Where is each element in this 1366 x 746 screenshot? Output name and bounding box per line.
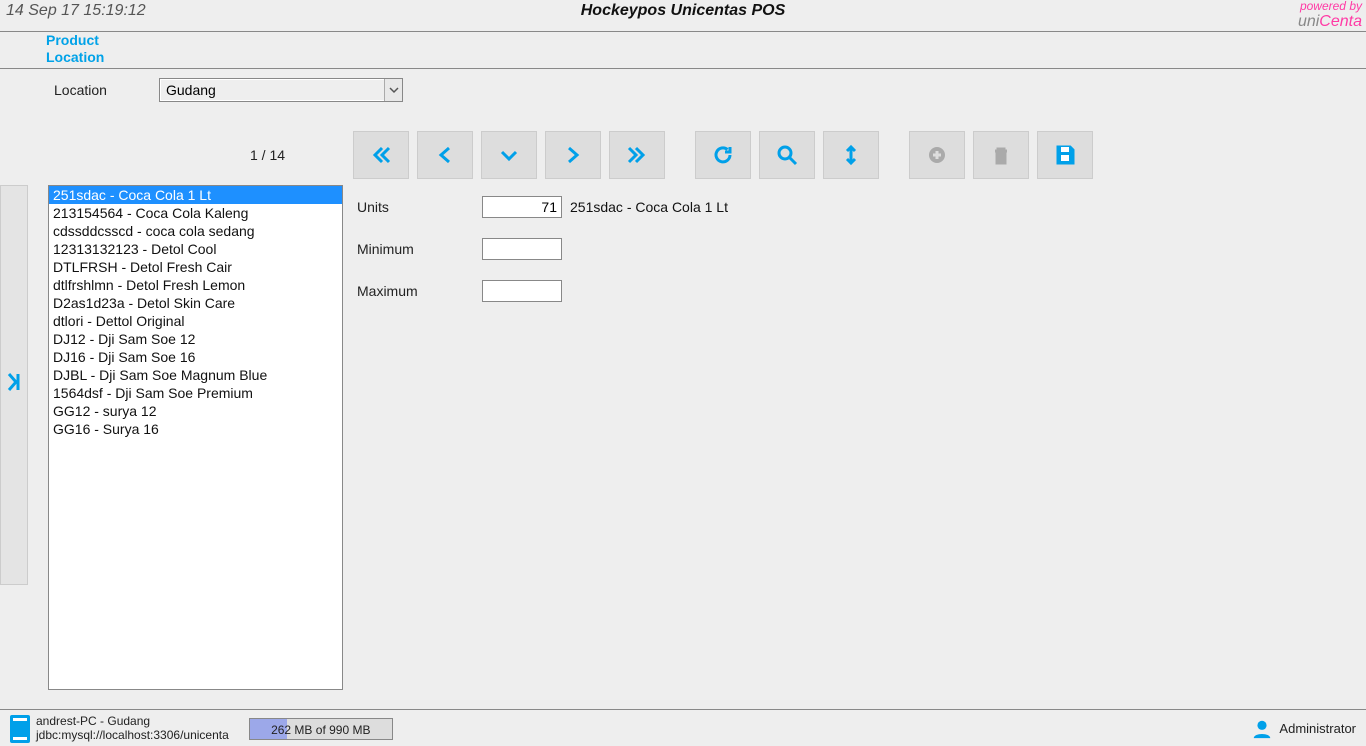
breadcrumb-line1: Product — [46, 32, 1366, 49]
product-list[interactable]: 251sdac - Coca Cola 1 Lt213154564 - Coca… — [48, 185, 343, 690]
search-button[interactable] — [759, 131, 815, 179]
list-item[interactable]: GG16 - Surya 16 — [49, 420, 342, 438]
database-icon — [10, 715, 30, 743]
add-button[interactable] — [909, 131, 965, 179]
list-item[interactable]: DJ12 - Dji Sam Soe 12 — [49, 330, 342, 348]
user-panel[interactable]: Administrator — [1251, 718, 1356, 740]
app-header: 14 Sep 17 15:19:12 Hockeypos Unicentas P… — [0, 0, 1366, 32]
list-item[interactable]: cdssddcsscd - coca cola sedang — [49, 222, 342, 240]
list-item[interactable]: 12313132123 - Detol Cool — [49, 240, 342, 258]
down-button[interactable] — [481, 131, 537, 179]
next-button[interactable] — [545, 131, 601, 179]
toolbar: 1 / 14 — [0, 125, 1366, 185]
list-item[interactable]: 251sdac - Coca Cola 1 Lt — [49, 186, 342, 204]
status-bar: andrest-PC - Gudang jdbc:mysql://localho… — [0, 710, 1366, 746]
user-name: Administrator — [1279, 721, 1356, 736]
host-label: andrest-PC - Gudang — [36, 715, 229, 729]
brand-centa: Centa — [1319, 13, 1362, 30]
list-item[interactable]: DJ16 - Dji Sam Soe 16 — [49, 348, 342, 366]
list-item[interactable]: DTLFRSH - Detol Fresh Cair — [49, 258, 342, 276]
first-button[interactable] — [353, 131, 409, 179]
memory-meter[interactable]: 262 MB of 990 MB — [249, 718, 393, 740]
app-title: Hockeypos Unicentas POS — [0, 2, 1366, 20]
save-button[interactable] — [1037, 131, 1093, 179]
maximum-field[interactable] — [482, 280, 562, 302]
minimum-label: Minimum — [357, 241, 482, 257]
db-status-text: andrest-PC - Gudang jdbc:mysql://localho… — [36, 715, 229, 743]
list-item[interactable]: DJBL - Dji Sam Soe Magnum Blue — [49, 366, 342, 384]
chevron-down-icon[interactable] — [384, 79, 402, 101]
last-button[interactable] — [609, 131, 665, 179]
location-label: Location — [54, 82, 159, 98]
sort-button[interactable] — [823, 131, 879, 179]
list-item[interactable]: dtlfrshlmn - Detol Fresh Lemon — [49, 276, 342, 294]
list-item[interactable]: 213154564 - Coca Cola Kaleng — [49, 204, 342, 222]
refresh-button[interactable] — [695, 131, 751, 179]
delete-button[interactable] — [973, 131, 1029, 179]
breadcrumb-line2: Location — [46, 49, 1366, 66]
list-item[interactable]: dtlori - Dettol Original — [49, 312, 342, 330]
brand-uni: uni — [1298, 13, 1319, 30]
units-field[interactable] — [482, 196, 562, 218]
user-icon — [1251, 718, 1273, 740]
powered-label: powered by — [1298, 0, 1362, 13]
list-item[interactable]: GG12 - surya 12 — [49, 402, 342, 420]
location-value: Gudang — [160, 82, 384, 98]
location-combo[interactable]: Gudang — [159, 78, 403, 102]
drawer-toggle-icon — [4, 370, 24, 400]
divider — [0, 68, 1366, 69]
drawer-handle[interactable] — [0, 185, 28, 585]
list-item[interactable]: 1564dsf - Dji Sam Soe Premium — [49, 384, 342, 402]
minimum-field[interactable] — [482, 238, 562, 260]
units-label: Units — [357, 199, 482, 215]
maximum-label: Maximum — [357, 283, 482, 299]
prev-button[interactable] — [417, 131, 473, 179]
jdbc-label: jdbc:mysql://localhost:3306/unicenta — [36, 729, 229, 743]
page-counter: 1 / 14 — [250, 147, 285, 163]
location-row: Location Gudang — [0, 75, 1366, 105]
brand-powered-by: powered by uniCenta — [1298, 0, 1362, 31]
content-area: 251sdac - Coca Cola 1 Lt213154564 - Coca… — [0, 185, 1366, 705]
selected-product-label: 251sdac - Coca Cola 1 Lt — [570, 199, 728, 215]
list-item[interactable]: D2as1d23a - Detol Skin Care — [49, 294, 342, 312]
breadcrumb: Product Location — [0, 32, 1366, 66]
memory-label: 262 MB of 990 MB — [250, 719, 392, 740]
detail-form: Units 251sdac - Coca Cola 1 Lt Minimum M… — [357, 185, 728, 705]
